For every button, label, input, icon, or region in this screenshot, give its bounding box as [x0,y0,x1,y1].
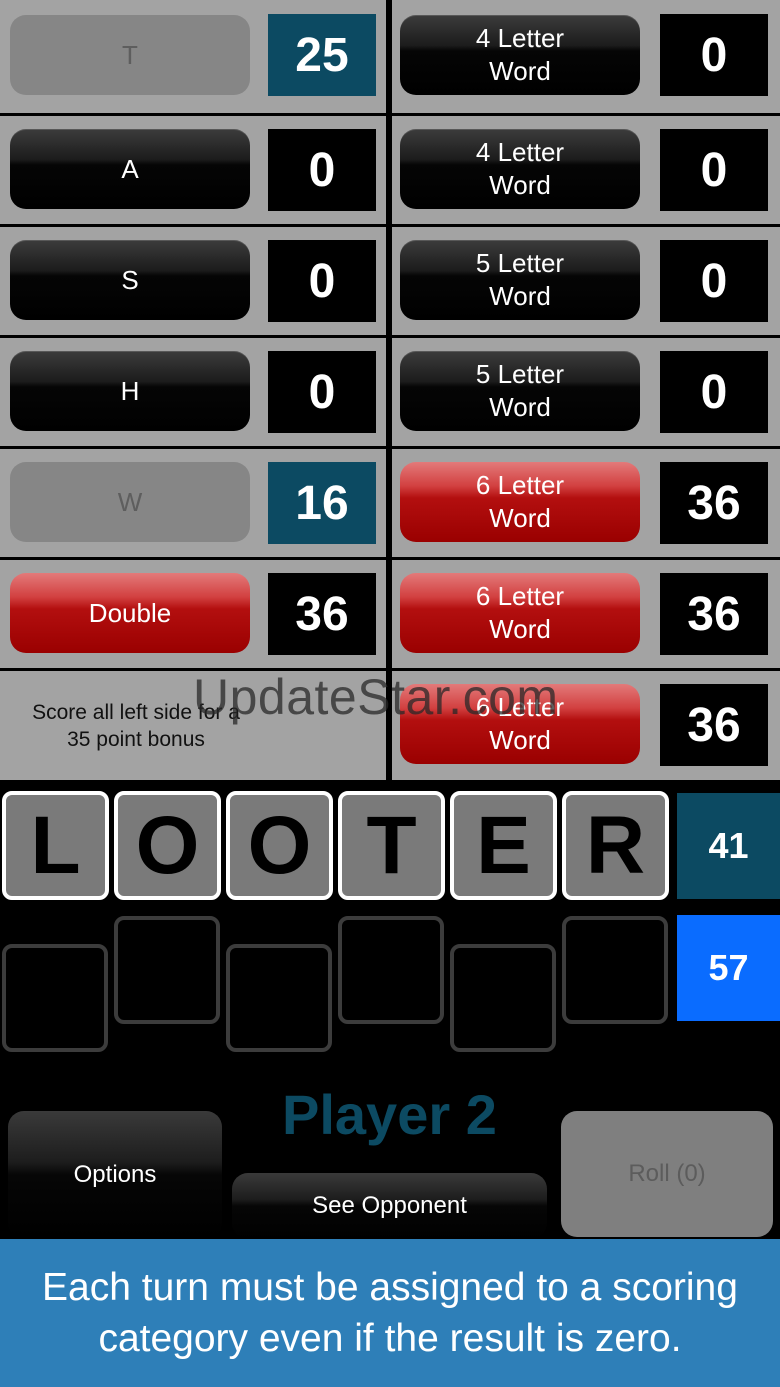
right-row-4: 5 Letter Word 0 [392,338,780,446]
category-button-6-letter-word-3[interactable]: 6 Letter Word [400,684,640,764]
total-score: 57 [677,915,780,1021]
bonus-description: Score all left side for a 35 point bonus [32,701,240,751]
letter-tile-6[interactable]: R [562,791,669,900]
category-button-6-letter-word-1[interactable]: 6 Letter Word [400,462,640,542]
bonus-cell: Score all left side for a 35 point bonus [0,671,386,780]
score-box-a: 0 [268,129,376,211]
tip-banner: Each turn must be assigned to a scoring … [0,1239,780,1387]
word-slot-3[interactable] [226,944,332,1052]
score-box-4-letter-word-1: 0 [660,14,768,96]
category-button-5-letter-word-2[interactable]: 5 Letter Word [400,351,640,431]
category-button-4-letter-word-2[interactable]: 4 Letter Word [400,129,640,209]
right-row-2: 4 Letter Word 0 [392,116,780,224]
turn-score: 41 [677,793,780,899]
category-button-4-letter-word-1[interactable]: 4 Letter Word [400,15,640,95]
score-box-6-letter-word-1: 36 [660,462,768,544]
word-slot-4[interactable] [338,916,444,1024]
left-row-a: A 0 [0,116,386,224]
category-button-a[interactable]: A [10,129,250,209]
score-box-h: 0 [268,351,376,433]
options-button[interactable]: Options [8,1111,222,1239]
word-slot-6[interactable] [562,916,668,1024]
score-box-4-letter-word-2: 0 [660,129,768,211]
category-button-double[interactable]: Double [10,573,250,653]
category-button-w[interactable]: W [10,462,250,542]
letter-tile-2[interactable]: O [114,791,221,900]
score-box-6-letter-word-2: 36 [660,573,768,655]
score-box-6-letter-word-3: 36 [660,684,768,766]
left-row-double: Double 36 [0,560,386,668]
left-row-h: H 0 [0,338,386,446]
scorecard-grid: T 25 A 0 S 0 H 0 W 16 Double 36 Score al… [0,0,780,783]
word-slot-5[interactable] [450,944,556,1052]
right-row-6: 6 Letter Word 36 [392,560,780,668]
letter-tile-3[interactable]: O [226,791,333,900]
score-box-s: 0 [268,240,376,322]
roll-button[interactable]: Roll (0) [561,1111,773,1237]
right-row-1: 4 Letter Word 0 [392,0,780,113]
category-button-t[interactable]: T [10,15,250,95]
score-box-5-letter-word-2: 0 [660,351,768,433]
score-box-double: 36 [268,573,376,655]
category-button-6-letter-word-2[interactable]: 6 Letter Word [400,573,640,653]
right-row-7: 6 Letter Word 36 [392,671,780,780]
letter-tile-5[interactable]: E [450,791,557,900]
score-box-t: 25 [268,14,376,96]
score-box-5-letter-word-1: 0 [660,240,768,322]
category-button-5-letter-word-1[interactable]: 5 Letter Word [400,240,640,320]
word-slot-2[interactable] [114,916,220,1024]
word-slot-1[interactable] [2,944,108,1052]
score-box-w: 16 [268,462,376,544]
left-row-t: T 25 [0,0,386,113]
see-opponent-button[interactable]: See Opponent [232,1173,547,1239]
right-row-5: 6 Letter Word 36 [392,449,780,557]
letter-tile-4[interactable]: T [338,791,445,900]
current-player-label: Player 2 [282,1083,497,1146]
category-button-s[interactable]: S [10,240,250,320]
right-row-3: 5 Letter Word 0 [392,227,780,335]
category-button-h[interactable]: H [10,351,250,431]
letter-tile-1[interactable]: L [2,791,109,900]
left-row-w: W 16 [0,449,386,557]
left-row-s: S 0 [0,227,386,335]
